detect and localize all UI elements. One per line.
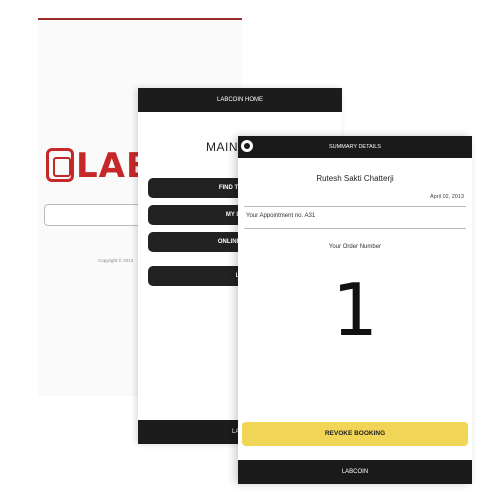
- booking-date: April 02, 2013: [430, 194, 464, 200]
- appointment-reference: Your Appointment no. A31: [246, 213, 316, 219]
- top-divider: [38, 18, 242, 20]
- logo-phone-icon: [46, 148, 74, 182]
- summary-footer-bar: LABCOIN: [238, 460, 472, 484]
- summary-header-title: SUMMARY DETAILS: [329, 144, 381, 150]
- booking-summary-screen: SUMMARY DETAILS Rutesh Sakti Chatterji A…: [238, 136, 472, 484]
- main-menu-title: MAIN: [206, 140, 238, 154]
- divider: [244, 228, 466, 229]
- order-number: 1: [332, 268, 378, 352]
- order-number-label: Your Order Number: [328, 244, 382, 250]
- revoke-booking-button[interactable]: REVOKE BOOKING: [242, 422, 468, 446]
- back-icon[interactable]: [241, 140, 253, 152]
- summary-header-bar: SUMMARY DETAILS: [238, 136, 472, 158]
- menu-header-bar: LABCOIN HOME: [138, 88, 342, 112]
- copyright-text: Copyright © 2013: [98, 258, 134, 263]
- patient-name: Rutesh Sakti Chatterji: [316, 174, 394, 183]
- divider: [244, 206, 466, 207]
